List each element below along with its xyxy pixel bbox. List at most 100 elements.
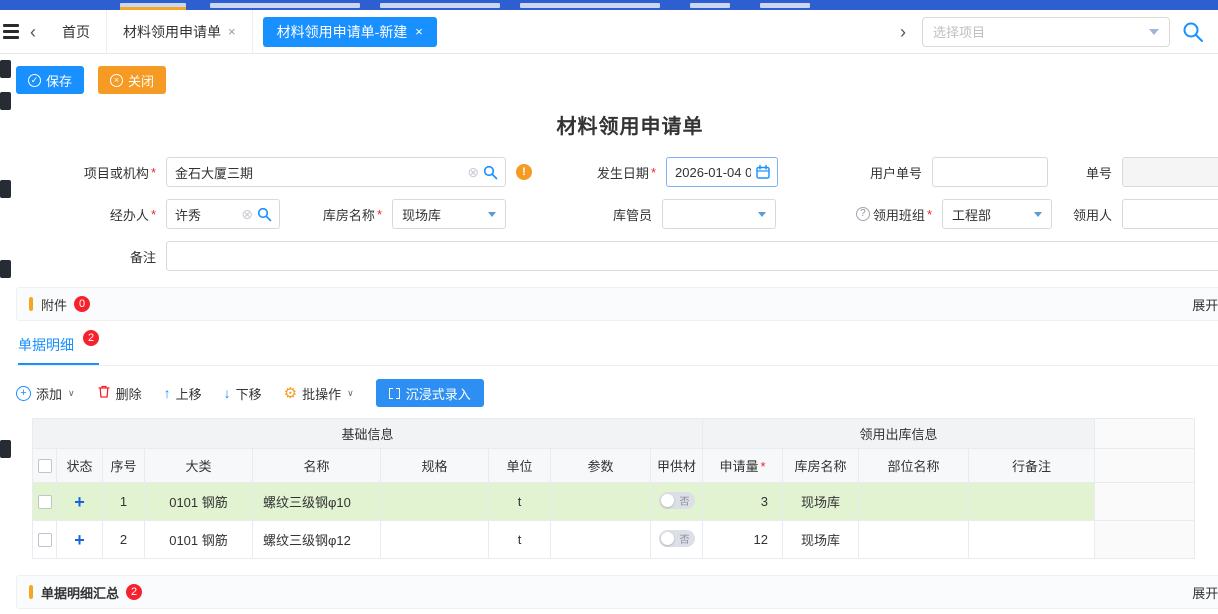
supplied-toggle[interactable]: 否 <box>659 530 695 547</box>
project-input[interactable] <box>167 158 505 186</box>
cell-checkbox[interactable] <box>33 483 57 521</box>
cell-supplied[interactable]: 否 <box>651 483 703 521</box>
tab-material-requisition-new[interactable]: 材料领用申请单-新建 × <box>263 17 437 47</box>
tabs-scroll-right-icon[interactable]: › <box>890 23 916 41</box>
expand-label: 展开 <box>1192 295 1218 314</box>
summary-expand-button[interactable]: 展开 ▶ <box>1192 583 1218 602</box>
tab-material-requisition[interactable]: 材料领用申请单 × <box>107 10 253 54</box>
question-circle-icon[interactable]: ? <box>856 207 870 221</box>
immersive-entry-button[interactable]: 沉浸式录入 <box>376 379 484 407</box>
chevron-down-icon <box>488 212 496 217</box>
gear-icon: ⚙ <box>284 386 297 401</box>
team-label: ? 领用班组* <box>812 205 942 224</box>
select-all-checkbox[interactable] <box>38 459 52 473</box>
search-icon[interactable] <box>257 200 272 228</box>
attachments-section-bar[interactable]: 附件 0 展开 ▶ <box>16 287 1218 321</box>
recipient-select[interactable] <box>1122 199 1218 229</box>
row-checkbox[interactable] <box>38 533 52 547</box>
cell-warehouse: 现场库 <box>783 483 859 521</box>
user-no-input[interactable] <box>933 158 1047 186</box>
supplied-toggle[interactable]: 否 <box>659 492 695 509</box>
col-name: 名称 <box>253 449 381 483</box>
move-up-button[interactable]: ↑ 上移 <box>164 384 202 403</box>
section-accent-mark <box>29 297 33 311</box>
add-button[interactable]: + 添加 ∨ <box>16 384 75 403</box>
clear-icon[interactable]: ⊗ <box>241 200 253 228</box>
cell-status[interactable]: + <box>57 483 103 521</box>
sidebar-icon[interactable] <box>0 260 11 278</box>
cell-part <box>859 483 969 521</box>
sidebar-icon[interactable] <box>0 60 11 78</box>
detail-tabs: 单据明细 2 <box>16 335 1218 366</box>
cell-status[interactable]: + <box>57 521 103 559</box>
row-status-plus-icon[interactable]: + <box>74 530 85 550</box>
form-row-1: 项目或机构* ⊗ ! 发生日期* <box>16 157 1218 187</box>
chevron-down-icon <box>1149 29 1159 35</box>
group-header-extra <box>1095 419 1195 449</box>
close-button-label: 关闭 <box>128 71 154 90</box>
global-search-icon[interactable] <box>1182 21 1204 43</box>
toggle-knob <box>661 532 674 545</box>
group-header-basic: 基础信息 <box>33 419 703 449</box>
project-select[interactable]: 选择项目 <box>922 17 1170 47</box>
move-down-button[interactable]: ↓ 下移 <box>224 384 262 403</box>
calendar-icon[interactable] <box>755 158 771 186</box>
search-icon[interactable] <box>483 158 498 186</box>
summary-section-bar[interactable]: 单据明细汇总 2 展开 ▶ <box>16 575 1218 609</box>
project-field[interactable]: ⊗ <box>166 157 506 187</box>
warehouse-select[interactable]: 现场库 <box>392 199 506 229</box>
table-row[interactable]: +10101 钢筋螺纹三级钢φ10t否3现场库 <box>33 483 1195 521</box>
remark-input[interactable] <box>167 242 1218 270</box>
close-button[interactable]: × 关闭 <box>98 66 166 94</box>
menubar-item-fragment <box>380 3 500 8</box>
cell-supplied[interactable]: 否 <box>651 521 703 559</box>
cell-category: 0101 钢筋 <box>145 483 253 521</box>
doc-no-input <box>1123 158 1218 186</box>
hamburger-menu-icon[interactable] <box>2 21 20 42</box>
required-mark: * <box>151 207 156 222</box>
sidebar-icon[interactable] <box>0 92 11 110</box>
delete-button[interactable]: 删除 <box>97 384 142 403</box>
user-no-label: 用户单号 <box>822 163 932 182</box>
tabs-scroll-left-icon[interactable]: ‹ <box>20 23 46 41</box>
save-button[interactable]: ✓ 保存 <box>16 66 84 94</box>
attachments-expand-button[interactable]: 展开 ▶ <box>1192 295 1218 314</box>
cell-spec <box>381 521 489 559</box>
keeper-label: 库管员 <box>556 205 662 224</box>
keeper-select[interactable] <box>662 199 776 229</box>
tab-bar: ‹ 首页 材料领用申请单 × 材料领用申请单-新建 × › 选择项目 <box>0 10 1218 54</box>
cell-checkbox[interactable] <box>33 521 57 559</box>
remark-field[interactable] <box>166 241 1218 271</box>
menubar-item-fragment <box>210 3 360 8</box>
plus-circle-icon: + <box>16 386 31 401</box>
brackets-icon <box>389 388 400 399</box>
move-down-label: 下移 <box>236 384 262 403</box>
sidebar-icon[interactable] <box>0 180 11 198</box>
user-no-field[interactable] <box>932 157 1048 187</box>
batch-operations-button[interactable]: ⚙ 批操作 ∨ <box>284 384 354 403</box>
row-status-plus-icon[interactable]: + <box>74 492 85 512</box>
date-field[interactable] <box>666 157 778 187</box>
table-row[interactable]: +20101 钢筋螺纹三级钢φ12t否12现场库 <box>33 521 1195 559</box>
date-label: 发生日期* <box>562 163 666 182</box>
cell-name: 螺纹三级钢φ10 <box>253 483 381 521</box>
cell-seq: 2 <box>103 521 145 559</box>
cell-param <box>551 483 651 521</box>
detail-table: 基础信息 领用出库信息 状态 序号 大类 名称 规格 单位 参数 甲供材 <box>32 418 1195 559</box>
sidebar-icon[interactable] <box>0 440 11 458</box>
check-circle-icon: ✓ <box>28 74 41 87</box>
agent-field[interactable]: ⊗ <box>166 199 280 229</box>
cell-seq: 1 <box>103 483 145 521</box>
info-icon[interactable]: ! <box>516 164 532 180</box>
tab-detail-lines[interactable]: 单据明细 2 <box>18 335 99 365</box>
row-checkbox[interactable] <box>38 495 52 509</box>
required-mark: * <box>927 207 932 222</box>
col-line-remark: 行备注 <box>969 449 1095 483</box>
team-select[interactable]: 工程部 <box>942 199 1052 229</box>
tab-close-icon[interactable]: × <box>415 24 423 39</box>
cell-extra <box>1095 521 1195 559</box>
clear-icon[interactable]: ⊗ <box>467 158 479 186</box>
tab-close-icon[interactable]: × <box>228 24 236 39</box>
col-qty: 申请量* <box>703 449 783 483</box>
tab-home[interactable]: 首页 <box>46 10 107 54</box>
